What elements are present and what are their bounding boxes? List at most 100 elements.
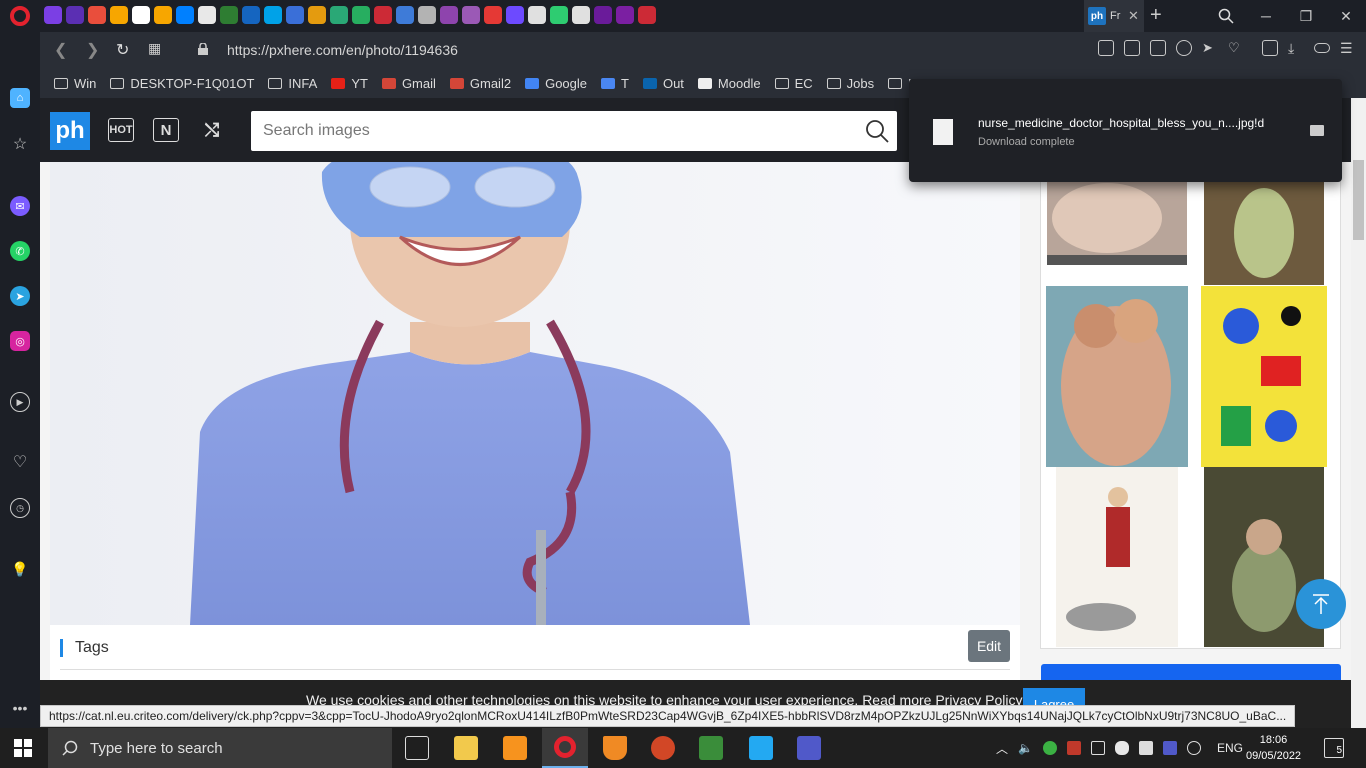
tab-favicon-icon[interactable] <box>220 6 238 24</box>
network-icon[interactable] <box>1138 741 1153 755</box>
tab-favicon-icon[interactable] <box>308 6 326 24</box>
new-tab-button[interactable]: + <box>1150 4 1162 27</box>
tab-favicon-icon[interactable] <box>616 6 634 24</box>
download-icon[interactable]: ⤓ <box>1288 40 1304 56</box>
history-icon[interactable]: ◷ <box>10 498 30 518</box>
teams-icon[interactable] <box>797 736 821 760</box>
close-tab-icon[interactable]: ✕ <box>1128 8 1139 24</box>
pxhere-logo[interactable]: ph <box>50 112 90 150</box>
tab-favicon-icon[interactable] <box>528 6 546 24</box>
easy-setup-icon[interactable]: ☰ <box>1340 40 1356 56</box>
bookmark-item[interactable]: Win <box>54 76 96 91</box>
system-clock[interactable]: 18:06 09/05/2022 <box>1246 732 1301 764</box>
tab-favicon-icon[interactable] <box>594 6 612 24</box>
reader-mode-icon[interactable] <box>1098 40 1114 56</box>
battery-saver-icon[interactable] <box>1314 43 1330 53</box>
related-thumbnail[interactable] <box>1046 286 1188 467</box>
tab-favicon-icon[interactable] <box>440 6 458 24</box>
lightbulb-icon[interactable]: 💡 <box>10 559 30 579</box>
volume-icon[interactable]: 🔈 <box>1018 741 1033 755</box>
vlc-icon[interactable] <box>603 736 627 760</box>
tab-favicon-icon[interactable] <box>110 6 128 24</box>
edit-page-icon[interactable] <box>1124 40 1140 56</box>
back-button[interactable]: ❮ <box>54 40 67 60</box>
reload-icon[interactable]: ↻ <box>116 40 129 60</box>
chevron-up-icon[interactable]: ︿ <box>996 740 1008 757</box>
tab-favicon-icon[interactable] <box>374 6 392 24</box>
download-file-name[interactable]: nurse_medicine_doctor_hospital_bless_you… <box>978 116 1264 130</box>
cube-icon[interactable] <box>1262 40 1278 56</box>
pdf-app-icon[interactable] <box>503 736 527 760</box>
close-window-button[interactable]: ✕ <box>1326 0 1366 32</box>
bookmark-item[interactable]: Gmail2 <box>449 76 511 91</box>
bookmark-item[interactable]: DESKTOP-F1Q01OT <box>110 76 254 91</box>
tab-favicon-icon[interactable] <box>330 6 348 24</box>
security-icon[interactable] <box>1042 741 1057 755</box>
tab-favicon-icon[interactable] <box>132 6 150 24</box>
forward-button[interactable]: ❯ <box>86 40 99 60</box>
main-photo[interactable] <box>50 162 1020 625</box>
bookmark-item[interactable]: EC <box>774 76 813 91</box>
restore-button[interactable]: ❐ <box>1286 0 1326 32</box>
tab-favicon-icon[interactable] <box>396 6 414 24</box>
bookmark-item[interactable]: Out <box>642 76 684 91</box>
bookmark-item[interactable]: INFA <box>268 76 317 91</box>
tab-favicon-icon[interactable] <box>572 6 590 24</box>
related-thumbnail[interactable] <box>1056 467 1178 647</box>
tab-favicon-icon[interactable] <box>198 6 216 24</box>
taskbar-search[interactable]: Type here to search <box>48 728 392 768</box>
notification-center-icon[interactable]: 5 <box>1324 738 1344 758</box>
hot-icon[interactable]: HOT <box>108 118 134 142</box>
home-icon[interactable]: ⌂ <box>10 88 30 108</box>
tab-favicon-icon[interactable] <box>638 6 656 24</box>
powerpoint-icon[interactable] <box>651 736 675 760</box>
scrollbar-thumb[interactable] <box>1353 160 1364 240</box>
speed-dial-icon[interactable]: ▦ <box>148 40 161 57</box>
vscode-icon[interactable] <box>749 736 773 760</box>
bookmark-item[interactable]: Gmail <box>381 76 436 91</box>
bookmarks-heart-icon[interactable]: ♡ <box>10 452 30 472</box>
bookmark-item[interactable]: T <box>601 76 629 91</box>
scroll-to-top-button[interactable] <box>1296 579 1346 629</box>
shuffle-icon[interactable]: ⤭ <box>199 118 225 142</box>
language-indicator[interactable]: ENG <box>1217 741 1243 755</box>
tab-favicon-icon[interactable] <box>242 6 260 24</box>
snapshot-icon[interactable] <box>1150 40 1166 56</box>
search-icon[interactable] <box>865 119 889 143</box>
more-icon[interactable]: ••• <box>10 698 30 718</box>
bookmark-item[interactable]: YT <box>331 76 368 91</box>
related-thumbnail[interactable] <box>1201 286 1327 467</box>
send-icon[interactable]: ➤ <box>1202 40 1218 56</box>
bookmark-item[interactable]: Jobs <box>826 76 874 91</box>
tab-favicon-icon[interactable] <box>418 6 436 24</box>
bookmark-item[interactable]: Google <box>525 76 587 91</box>
tab-favicon-icon[interactable] <box>352 6 370 24</box>
battery-icon[interactable] <box>1090 741 1105 755</box>
app-tray-icon[interactable] <box>1066 741 1081 755</box>
new-icon[interactable]: N <box>153 118 179 142</box>
whatsapp-icon[interactable]: ✆ <box>10 241 30 261</box>
cloud-icon[interactable] <box>1114 741 1129 755</box>
url-field[interactable]: https://pxhere.com/en/photo/1194636 <box>227 42 458 58</box>
heart-icon[interactable]: ♡ <box>1228 40 1244 56</box>
tab-favicon-icon[interactable] <box>176 6 194 24</box>
tab-favicon-icon[interactable] <box>154 6 172 24</box>
file-explorer-icon[interactable] <box>454 736 478 760</box>
tab-favicon-icon[interactable] <box>44 6 62 24</box>
search-input[interactable] <box>251 111 841 151</box>
tab-favicon-icon[interactable] <box>550 6 568 24</box>
opera-menu-icon[interactable] <box>10 6 30 26</box>
task-view-icon[interactable] <box>405 736 429 760</box>
messenger-icon[interactable]: ✉ <box>10 196 30 216</box>
tab-favicon-icon[interactable] <box>286 6 304 24</box>
minimize-button[interactable]: ─ <box>1246 0 1286 32</box>
teams-tray-icon[interactable] <box>1162 741 1177 755</box>
active-tab[interactable]: ph Fr ✕ <box>1084 0 1144 32</box>
windows-start-icon[interactable] <box>14 739 32 757</box>
tab-favicon-icon[interactable] <box>88 6 106 24</box>
tab-favicon-icon[interactable] <box>484 6 502 24</box>
instagram-icon[interactable]: ◎ <box>10 331 30 351</box>
tab-favicon-icon[interactable] <box>462 6 480 24</box>
star-icon[interactable]: ☆ <box>10 134 30 154</box>
edit-tags-button[interactable]: Edit <box>968 630 1010 662</box>
